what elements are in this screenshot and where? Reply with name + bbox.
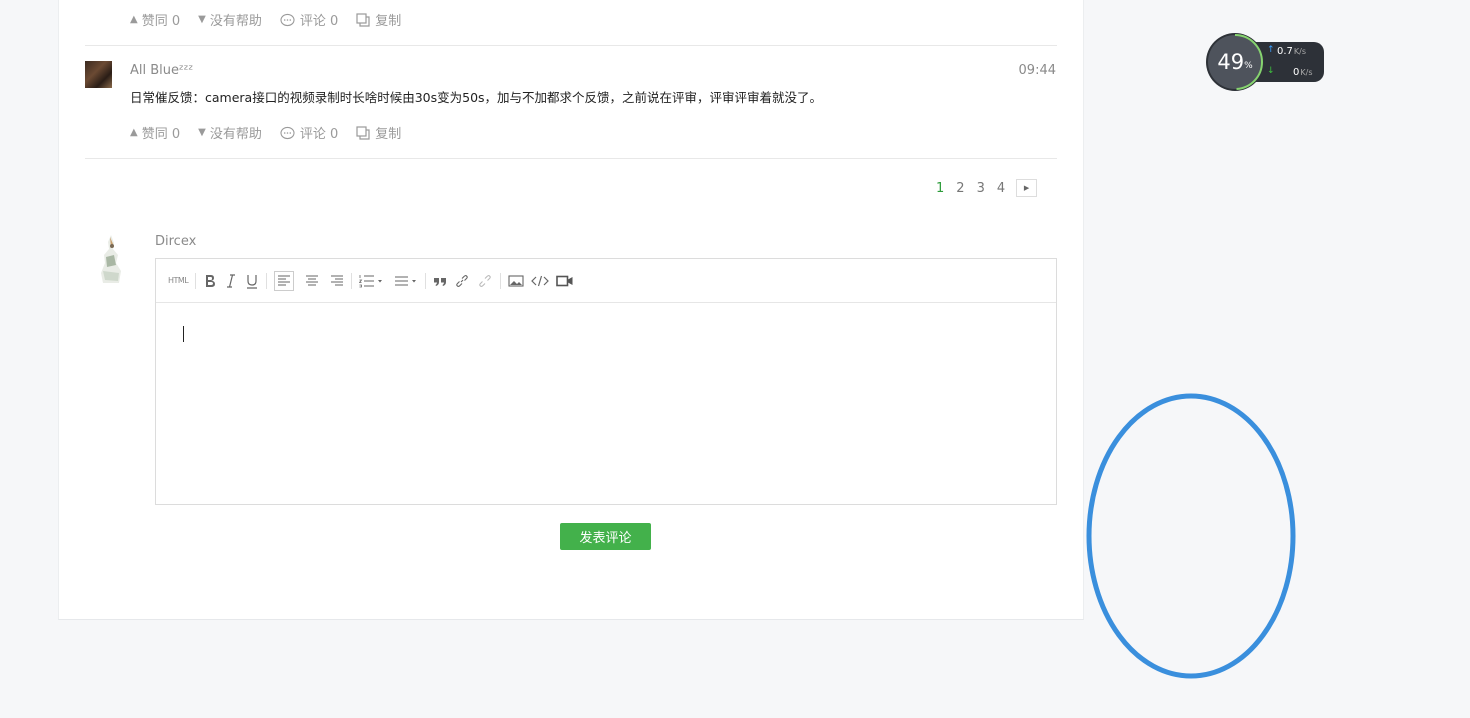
avatar[interactable] <box>85 61 112 88</box>
annotation-ellipse <box>1086 393 1296 679</box>
submit-comment-button[interactable]: 发表评论 <box>560 523 651 550</box>
download-arrow-glyph: ↓ <box>1267 66 1275 76</box>
copy-label: 复制 <box>375 14 402 29</box>
image-icon <box>508 274 524 287</box>
editor-toolbar: HTML <box>156 259 1056 303</box>
video-button[interactable] <box>556 271 574 291</box>
usage-percent: 49% <box>1205 32 1265 92</box>
download-unit: K/s <box>1300 68 1313 77</box>
unlink-icon <box>479 274 492 287</box>
text-caret <box>183 326 184 342</box>
toolbar-separator <box>500 272 502 289</box>
comment-label: 评论 0 <box>299 14 339 29</box>
align-left-icon <box>278 275 291 285</box>
link-button[interactable] <box>454 271 470 291</box>
upload-speed: 0.7 K/s <box>1277 46 1306 57</box>
underline-icon <box>247 274 258 289</box>
ordered-list-button[interactable] <box>359 271 383 291</box>
caret-right-icon: ▶ <box>1023 184 1030 192</box>
quote-button[interactable] <box>433 271 447 291</box>
reply-username: Dircex <box>155 234 197 249</box>
next-page-button[interactable]: ▶ <box>1016 179 1038 197</box>
toolbar-separator <box>195 272 197 289</box>
line-height-button[interactable] <box>394 271 418 291</box>
unhelpful-label: 没有帮助 <box>209 14 262 29</box>
copy-icon <box>356 12 370 27</box>
page-1[interactable]: 1 <box>936 181 944 196</box>
usage-percent-sign: % <box>1244 61 1253 71</box>
answer-author[interactable]: All Blueᶻᶻᶻ <box>130 63 193 78</box>
toolbar-separator <box>266 272 268 289</box>
copy-label: 复制 <box>375 127 402 142</box>
download-speed: 0 K/s <box>1293 67 1312 78</box>
agree-label: 赞同 0 <box>141 127 181 142</box>
avatar[interactable] <box>92 233 130 285</box>
code-icon <box>531 275 550 286</box>
underline-button[interactable] <box>245 271 259 291</box>
download-value: 0 <box>1293 67 1300 78</box>
upload-unit: K/s <box>1293 47 1307 56</box>
pagination: 1 2 3 4 ▶ <box>936 179 1038 197</box>
triangle-down-icon: ▼ <box>198 127 206 138</box>
comment-textarea[interactable] <box>156 304 1056 504</box>
page-2[interactable]: 2 <box>956 181 964 196</box>
agree-button[interactable]: ▲ 赞同 0 <box>130 10 180 29</box>
answer-actions: ▲ 赞同 0 ▼ 没有帮助 评论 0 复制 <box>130 123 419 142</box>
toolbar-separator <box>351 272 353 289</box>
comment-button[interactable]: 评论 0 <box>280 123 338 142</box>
copy-icon <box>356 125 370 140</box>
agree-label: 赞同 0 <box>141 14 181 29</box>
upload-arrow-glyph: ↑ <box>1267 45 1275 55</box>
quote-icon <box>434 277 447 286</box>
unlink-button[interactable] <box>477 271 493 291</box>
align-left-button[interactable] <box>274 270 295 291</box>
comment-label: 评论 0 <box>299 127 339 142</box>
page-3[interactable]: 3 <box>977 181 985 196</box>
align-center-icon <box>306 275 319 285</box>
bold-button[interactable] <box>203 271 217 291</box>
code-button[interactable] <box>531 271 550 291</box>
comment-button[interactable]: 评论 0 <box>280 10 338 29</box>
usage-percent-value: 49 <box>1217 50 1245 74</box>
divider <box>85 45 1057 46</box>
triangle-up-icon: ▲ <box>130 14 138 25</box>
line-height-icon <box>395 276 417 285</box>
divider <box>85 158 1057 159</box>
agree-button[interactable]: ▲ 赞同 0 <box>130 123 180 142</box>
align-center-button[interactable] <box>305 271 319 291</box>
unhelpful-button[interactable]: ▼ 没有帮助 <box>198 10 262 29</box>
answer-actions-top: ▲ 赞同 0 ▼ 没有帮助 评论 0 复制 <box>130 10 419 29</box>
comment-icon <box>280 13 295 26</box>
upload-arrow-icon: ↑ <box>1267 45 1275 55</box>
download-arrow-icon: ↓ <box>1267 66 1275 76</box>
italic-icon <box>227 273 236 288</box>
network-speed-widget[interactable]: ↑ 0.7 K/s ↓ 0 K/s 49% <box>1205 32 1325 92</box>
image-button[interactable] <box>508 271 524 291</box>
html-mode-button[interactable]: HTML <box>168 271 189 291</box>
italic-button[interactable] <box>224 271 238 291</box>
unhelpful-button[interactable]: ▼ 没有帮助 <box>198 123 262 142</box>
link-icon <box>456 274 469 287</box>
answer-time: 09:44 <box>1018 63 1056 78</box>
triangle-down-icon: ▼ <box>198 14 206 25</box>
triangle-up-icon: ▲ <box>130 127 138 138</box>
copy-button[interactable]: 复制 <box>356 10 401 29</box>
page-4[interactable]: 4 <box>997 181 1005 196</box>
video-icon <box>556 275 573 286</box>
comment-editor: HTML <box>155 258 1057 505</box>
comment-icon <box>280 126 295 139</box>
copy-button[interactable]: 复制 <box>356 123 401 142</box>
ordered-list-icon <box>359 274 383 287</box>
align-right-icon <box>331 275 344 285</box>
upload-value: 0.7 <box>1277 46 1293 57</box>
answer-content: 日常催反馈：camera接口的视频录制时长啥时候由30s变为50s，加与不加都求… <box>130 90 823 105</box>
unhelpful-label: 没有帮助 <box>209 127 262 142</box>
toolbar-separator <box>425 272 427 289</box>
bold-icon <box>206 274 216 287</box>
align-right-button[interactable] <box>330 271 344 291</box>
